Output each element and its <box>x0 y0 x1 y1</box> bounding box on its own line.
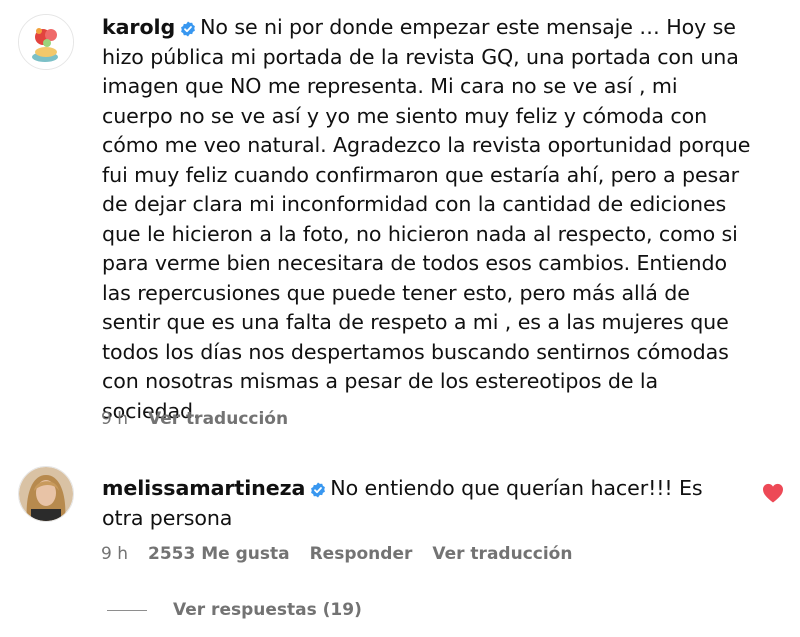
translate-button[interactable]: Ver traducción <box>148 409 288 429</box>
avatar[interactable] <box>18 14 74 70</box>
verified-badge-icon <box>311 482 326 498</box>
avatar[interactable] <box>18 466 74 522</box>
comment-meta: 9 h Ver traducción <box>101 409 288 429</box>
reply-button[interactable]: Responder <box>310 544 413 564</box>
replies-divider <box>107 609 147 611</box>
avatar-image <box>19 467 73 521</box>
likes-count[interactable]: 2553 Me gusta <box>148 544 290 564</box>
username[interactable]: karolg <box>102 15 175 39</box>
comment-text-block: melissamartineza No entiendo que querían … <box>102 474 742 533</box>
view-replies-label[interactable]: Ver respuestas (19) <box>173 600 362 620</box>
timestamp[interactable]: 9 h <box>101 409 128 429</box>
username[interactable]: melissamartineza <box>102 476 305 500</box>
comment-text-block: karolg No se ni por donde empezar este me… <box>102 13 752 426</box>
verified-badge-icon <box>181 21 196 37</box>
view-replies-button[interactable]: Ver respuestas (19) <box>107 600 362 620</box>
avatar-image <box>19 15 73 69</box>
translate-button[interactable]: Ver traducción <box>432 544 572 564</box>
comment-meta: 9 h 2553 Me gusta Responder Ver traducci… <box>101 544 572 564</box>
timestamp[interactable]: 9 h <box>101 544 128 564</box>
heart-icon[interactable] <box>762 483 784 503</box>
comment-text: No se ni por donde empezar este mensaje … <box>102 15 751 423</box>
